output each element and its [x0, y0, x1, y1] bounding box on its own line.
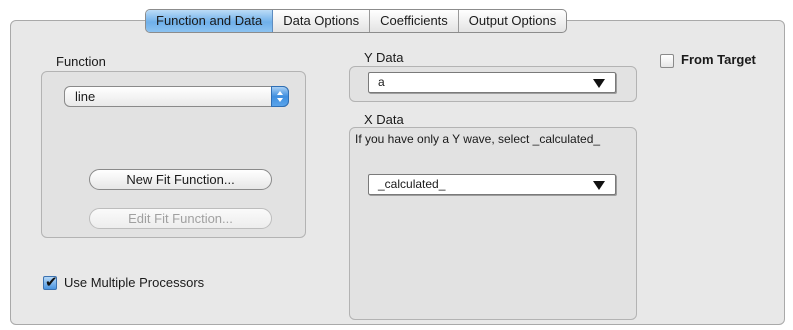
use-multiple-processors-label: Use Multiple Processors	[64, 275, 205, 290]
new-fit-function-button[interactable]: New Fit Function...	[89, 169, 272, 190]
function-label: Function	[56, 54, 106, 69]
popup-stepper-icon	[271, 86, 289, 107]
tab-bar: Function and Data Data Options Coefficie…	[145, 9, 568, 33]
x-data-popup[interactable]: _calculated_	[368, 174, 616, 195]
y-data-popup[interactable]: a	[368, 72, 616, 93]
tab-function-and-data[interactable]: Function and Data	[146, 10, 274, 32]
x-data-hint: If you have only a Y wave, select _calcu…	[355, 132, 601, 146]
x-data-label: X Data	[364, 112, 404, 127]
tab-coefficients[interactable]: Coefficients	[370, 10, 459, 32]
function-popup[interactable]: line	[64, 86, 289, 107]
tab-data-options[interactable]: Data Options	[273, 10, 371, 32]
y-data-popup-value: a	[378, 75, 385, 89]
dropdown-triangle-icon	[593, 181, 605, 190]
tab-output-options[interactable]: Output Options	[459, 10, 566, 32]
y-data-label: Y Data	[364, 50, 404, 65]
x-data-popup-value: _calculated_	[378, 177, 446, 191]
use-multiple-processors-checkbox[interactable]	[43, 273, 58, 291]
edit-fit-function-button[interactable]: Edit Fit Function...	[89, 208, 272, 229]
from-target-label: From Target	[681, 52, 756, 67]
function-popup-value: line	[75, 89, 96, 104]
dropdown-triangle-icon	[593, 79, 605, 88]
x-data-group-box	[349, 127, 637, 320]
from-target-checkbox[interactable]	[660, 54, 674, 68]
